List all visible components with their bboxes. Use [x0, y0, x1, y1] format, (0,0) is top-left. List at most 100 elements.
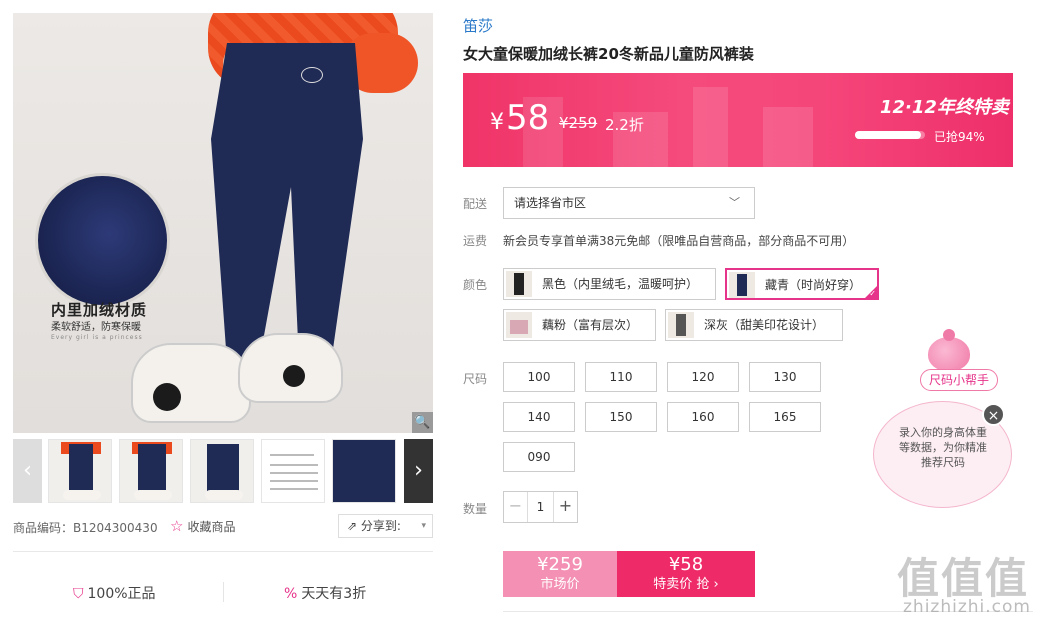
size-option[interactable]: 140 [503, 402, 575, 432]
buy-button-group: ¥259 市场价 ¥58 特卖价 抢 › [503, 551, 755, 597]
favorite-button[interactable]: ☆ 收藏商品 [170, 517, 235, 535]
share-icon: ⇗ [347, 519, 361, 533]
swatch-fill [676, 314, 686, 336]
guarantee-authentic: ⛉ 100%正品 [73, 583, 156, 603]
material-title: 内里加绒材质 [51, 301, 148, 319]
color-option-gray[interactable]: 深灰（甜美印花设计） [665, 309, 843, 341]
color-swatch [729, 272, 755, 298]
percent-icon: % [284, 586, 298, 602]
market-price-block: ¥259 市场价 [503, 551, 617, 597]
buy-sale-price: ¥58 [668, 554, 704, 575]
discount-rate: 2.2折 [605, 116, 644, 134]
color-option-label: 藏青（时尚好穿） [765, 278, 862, 292]
guarantee-discount-label: 天天有3折 [301, 586, 367, 602]
color-option-navy[interactable]: 藏青（时尚好穿） ✓ [725, 268, 879, 300]
size-chart-line [270, 464, 318, 466]
color-option-black[interactable]: 黑色（内里绒毛，温暖呵护） [503, 268, 716, 300]
sold-progress-bar [855, 131, 925, 139]
pants-logo-graphic [301, 67, 323, 83]
buy-sale-label: 特卖价 抢 › [653, 577, 719, 592]
size-label: 尺码 [463, 372, 488, 386]
share-dropdown[interactable]: ⇗ 分享到: ▾ [338, 514, 433, 538]
thumbnail-shoes [205, 490, 243, 500]
chevron-left-icon[interactable]: ‹ [13, 439, 42, 503]
size-option[interactable]: 120 [667, 362, 739, 392]
thumbnail-shoes [63, 490, 101, 500]
size-helper-text: 录入你的身高体重等数据，为你精准推荐尺码 [899, 426, 987, 469]
market-price-label: 市场价 [540, 577, 580, 592]
close-icon[interactable]: × [982, 403, 1005, 426]
region-select-value: 请选择省市区 [514, 196, 587, 210]
sale-price-value: 58 [506, 98, 550, 138]
quantity-stepper: − 1 + [503, 491, 578, 523]
pants-graphic [211, 43, 363, 363]
material-subtitle: 柔软舒适，防寒保暖 [51, 322, 141, 333]
banner-decoration [693, 87, 728, 167]
sale-price: ¥58 [490, 98, 549, 138]
region-select[interactable]: 请选择省市区 ﹀ [503, 187, 755, 219]
divider [223, 582, 224, 602]
sold-progress-fill [855, 131, 921, 139]
thumbnail[interactable] [190, 439, 254, 503]
shipping-label: 运费 [463, 234, 488, 248]
decrement-button[interactable]: − [504, 492, 528, 522]
quantity-input[interactable]: 1 [528, 492, 553, 522]
size-option[interactable]: 150 [585, 402, 657, 432]
swatch-fill [737, 274, 747, 296]
market-price: ¥259 [537, 554, 583, 575]
mascot-icon[interactable] [928, 329, 970, 371]
color-option-pink[interactable]: 藕粉（富有层次） [503, 309, 656, 341]
thumbnail-shoes [134, 490, 172, 500]
color-option-label: 黑色（内里绒毛，温暖呵护） [542, 277, 699, 291]
size-chart-line [270, 472, 318, 474]
size-option[interactable]: 165 [749, 402, 821, 432]
material-english: Every girl is a princess [51, 334, 143, 341]
thumbnail[interactable] [119, 439, 183, 503]
banner-decoration [763, 107, 813, 167]
share-label: 分享到: [360, 519, 401, 533]
increment-button[interactable]: + [553, 492, 577, 522]
size-option[interactable]: 090 [503, 442, 575, 472]
thumbnail-pants [69, 444, 93, 496]
thumbnail[interactable] [332, 439, 396, 503]
thumbnail[interactable] [48, 439, 112, 503]
thumbnail-pants [138, 444, 166, 496]
original-price: ¥259 [559, 114, 598, 132]
magnifier-icon[interactable]: 🔍 [412, 412, 433, 433]
thumbnail-size-chart[interactable] [261, 439, 325, 503]
thumbnail-strip: ‹ › [13, 439, 433, 503]
brand-link[interactable]: 笛莎 [463, 15, 493, 36]
product-page: 内里加绒材质 柔软舒适，防寒保暖 Every girl is a princes… [0, 0, 1049, 625]
main-product-image[interactable]: 内里加绒材质 柔软舒适，防寒保暖 Every girl is a princes… [13, 13, 433, 433]
color-label: 颜色 [463, 278, 488, 292]
size-option[interactable]: 110 [585, 362, 657, 392]
mickey-print-graphic [153, 383, 181, 411]
favorite-label: 收藏商品 [187, 520, 236, 534]
size-option[interactable]: 130 [749, 362, 821, 392]
shipping-text: 新会员专享首单满38元免邮（限唯品自营商品，部分商品不可用） [503, 234, 855, 248]
star-icon: ☆ [170, 517, 184, 535]
guarantee-discount: % 天天有3折 [284, 583, 366, 603]
check-icon: ✓ [869, 289, 876, 298]
watermark-url: zhizhizhi.com [903, 597, 1031, 617]
guarantee-authentic-label: 100%正品 [87, 586, 156, 602]
shield-icon: ⛉ [73, 586, 84, 602]
caret-down-icon: ▾ [421, 521, 426, 531]
thumbnail-pants [207, 444, 239, 496]
color-swatch [506, 271, 532, 297]
quantity-label: 数量 [463, 502, 488, 516]
color-swatch [668, 312, 694, 338]
fleece-closeup-graphic [35, 173, 170, 308]
size-helper-label[interactable]: 尺码小帮手 [920, 369, 998, 391]
chevron-down-icon: ﹀ [729, 196, 740, 209]
divider [13, 551, 433, 552]
size-option[interactable]: 160 [667, 402, 739, 432]
product-title: 女大童保暖加绒长裤20冬新品儿童防风裤装 [463, 45, 754, 63]
size-option[interactable]: 100 [503, 362, 575, 392]
swatch-fill [514, 273, 524, 295]
sold-label: 已抢94% [934, 130, 985, 144]
price-banner: ¥58 ¥259 2.2折 12·12年终特卖 已抢94% [463, 73, 1013, 167]
size-chart-line [270, 454, 314, 456]
chevron-right-icon[interactable]: › [404, 439, 433, 503]
buy-now-button[interactable]: ¥58 特卖价 抢 › [617, 551, 755, 597]
